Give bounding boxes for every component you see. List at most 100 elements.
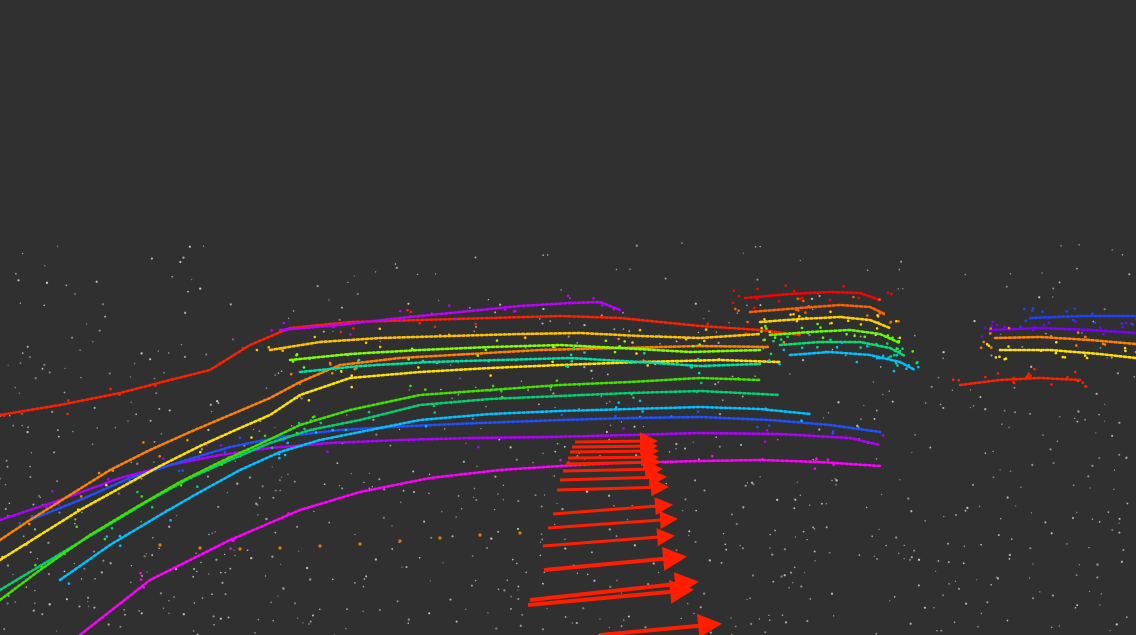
ground-point [408,389,411,391]
ground-point [609,585,612,589]
ground-point [356,292,359,296]
scan-point [613,350,617,354]
ground-point [532,461,534,464]
ground-point [216,400,219,403]
scan-point [792,289,796,293]
ground-point [837,401,840,404]
scan-point [555,379,559,383]
ground-point [1074,606,1077,609]
ground-point [934,570,937,572]
ground-point [1116,372,1119,375]
scan-point [643,351,646,355]
ground-point [731,375,734,378]
ground-point [1058,625,1061,627]
ground-point [149,419,152,422]
ground-point [564,538,566,541]
scan-point [142,441,145,444]
ground-point [455,620,458,623]
ground-point [465,442,467,444]
path-arrow [552,497,673,516]
ground-point [1056,440,1059,443]
ground-point [1014,411,1017,414]
ground-point [465,608,467,610]
ground-point [29,465,31,468]
ground-point [914,434,916,436]
ground-point [158,547,160,550]
ground-point [818,294,821,298]
ground-point [133,362,136,365]
scan-point [209,439,213,443]
scan-point [898,349,902,353]
ground-point [254,632,256,634]
ground-point [277,595,279,597]
ground-point [620,625,623,628]
ground-point [20,412,23,415]
ground-point [1029,412,1031,415]
ground-point [875,409,878,412]
ground-point [160,432,163,435]
ground-point [734,625,737,628]
ground-point [231,338,234,341]
ground-point [207,573,210,575]
scan-point [819,326,822,329]
ground-point [708,310,710,312]
ground-point [39,496,41,499]
ground-point [391,525,393,527]
ground-point [809,598,812,600]
ground-point [517,598,520,600]
scan-point [267,346,271,349]
scan-point [105,535,109,538]
ground-point [818,428,821,431]
ground-point [694,479,697,482]
ground-point [378,478,381,481]
ground-point [900,260,903,263]
scan-point [763,318,766,321]
scan-point [417,366,420,369]
ground-point [271,466,273,468]
scan-point [876,314,880,318]
ground-point [923,606,926,609]
ground-point [1076,604,1079,607]
ground-point [947,542,950,545]
scan-point [119,544,122,547]
ground-point [298,550,300,552]
ground-point [497,493,499,495]
scan-point [790,292,794,296]
ground-point [36,557,39,560]
scan-point [307,399,311,402]
ground-point [80,376,82,379]
point-cloud-scene[interactable] [0,0,1136,635]
scan-point [1124,349,1127,353]
scan-point [1125,321,1128,325]
ground-point [93,606,96,609]
ground-point [274,426,276,429]
path-arrow [556,478,669,497]
scan-point [951,378,955,382]
ground-point [480,427,482,430]
ground-point [168,612,170,614]
ground-point [168,525,171,528]
ground-point [613,328,616,331]
scan-point [760,326,763,330]
ground-point [296,617,299,619]
ground-point [885,544,887,547]
ground-point [739,544,741,547]
ground-point [316,285,319,288]
ground-point [98,329,101,332]
scan-point [278,331,281,334]
ground-point [19,302,21,304]
ground-point [45,281,49,284]
ground-point [226,491,229,494]
3d-viewport[interactable] [0,0,1136,635]
ground-point [694,541,697,543]
ground-point [1050,532,1053,535]
scan-point [142,586,146,589]
ground-point [742,506,745,509]
ground-point [43,363,46,366]
ground-point [702,592,706,595]
ground-point [717,341,720,345]
scan-point [731,301,735,305]
ground-point [799,259,801,262]
ground-point [933,607,935,609]
scan-point [67,399,70,402]
